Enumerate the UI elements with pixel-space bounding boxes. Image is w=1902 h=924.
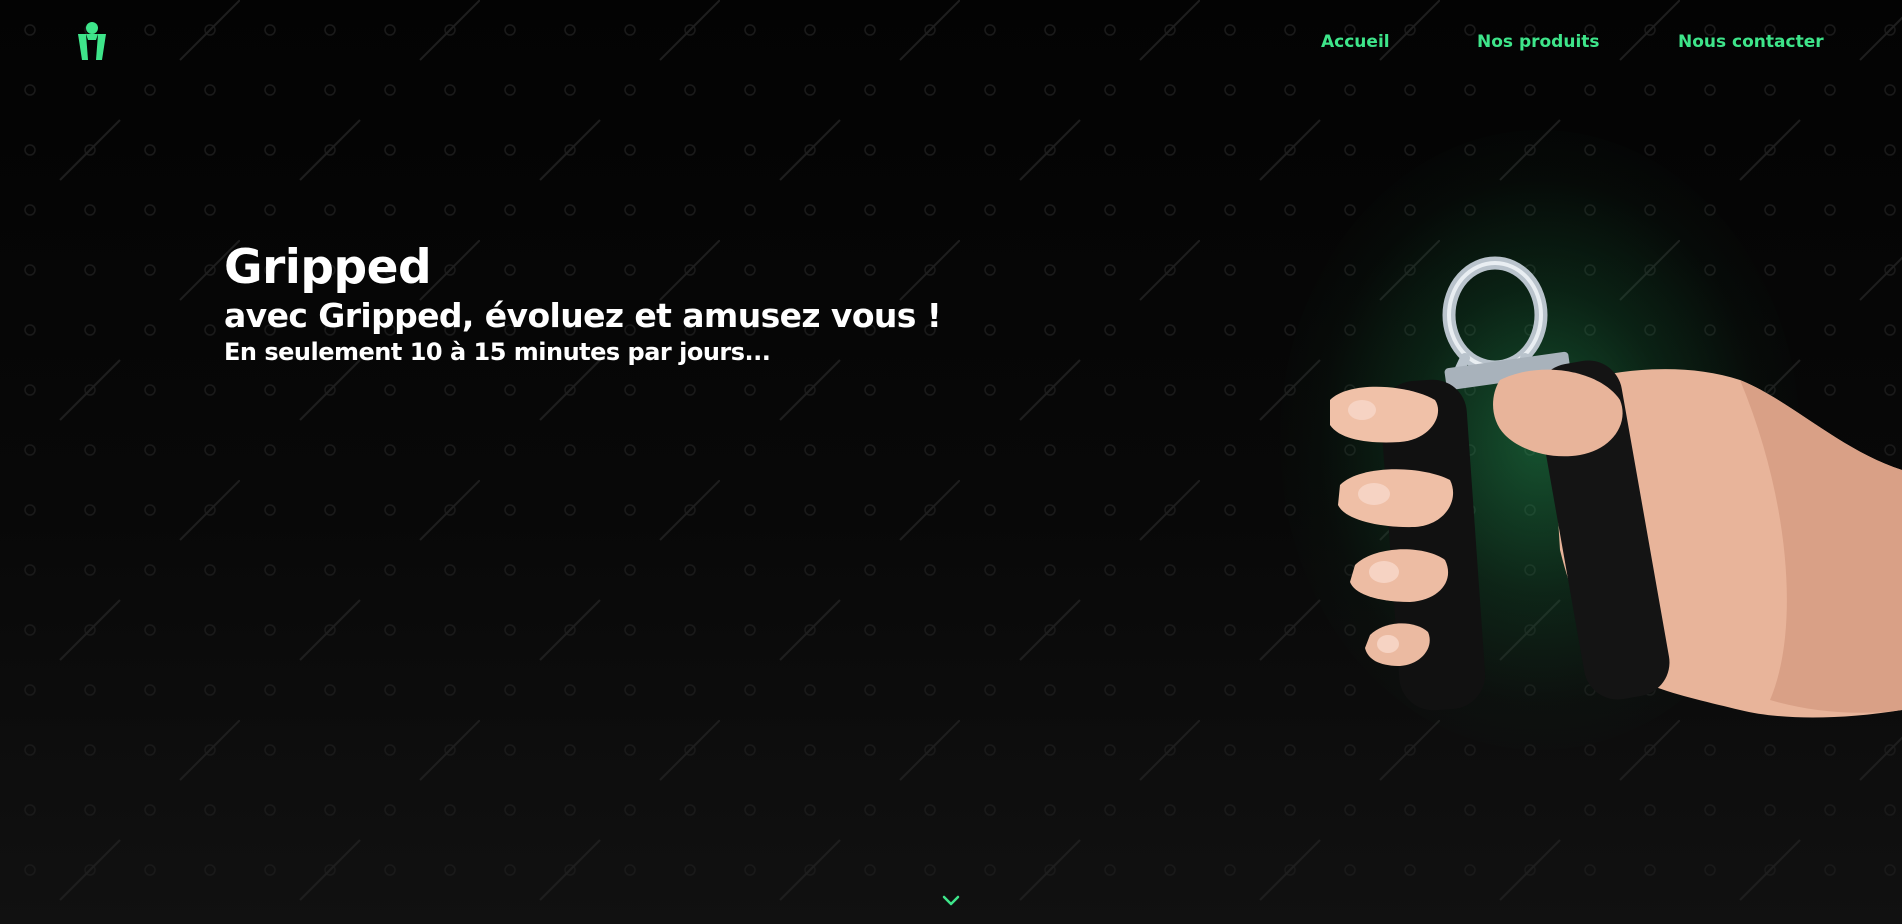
hero-subtitle: avec Gripped, évoluez et amusez vous ! <box>224 296 942 335</box>
hand-gripper-image <box>1330 256 1902 718</box>
hero-page: Accueil Nos produits Nous contacter Grip… <box>0 0 1902 924</box>
hero-tagline: En seulement 10 à 15 minutes par jours..… <box>224 338 771 366</box>
gripped-logo-icon[interactable] <box>74 20 110 62</box>
chevron-down-icon[interactable] <box>940 892 962 908</box>
hero-text-block: Gripped avec Gripped, évoluez et amusez … <box>224 240 942 368</box>
nav-link-nous-contacter[interactable]: Nous contacter <box>1678 32 1824 52</box>
nav-link-accueil[interactable]: Accueil <box>1321 32 1390 52</box>
hero-title: Gripped <box>224 240 432 295</box>
nav-link-nos-produits[interactable]: Nos produits <box>1477 32 1600 52</box>
